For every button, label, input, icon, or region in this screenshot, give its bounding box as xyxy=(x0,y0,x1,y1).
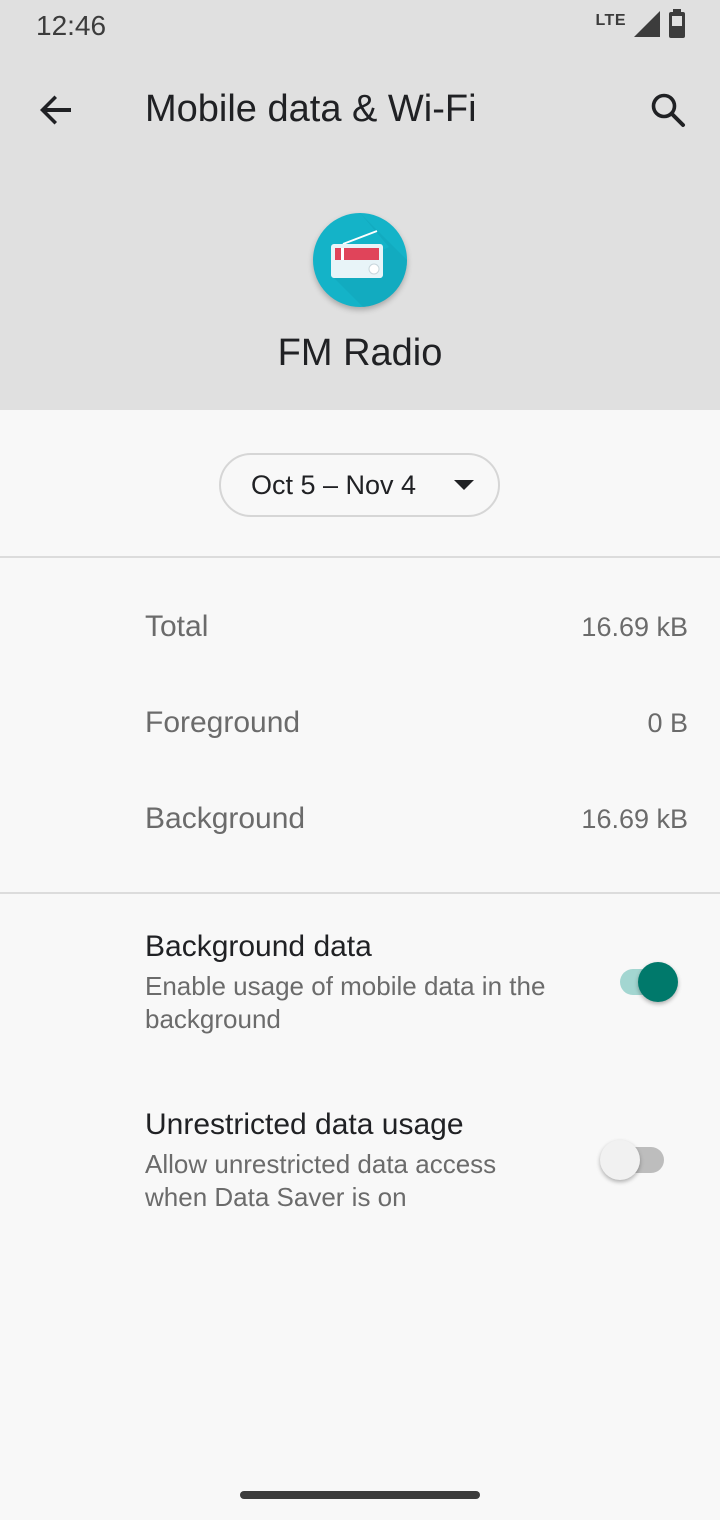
usage-label: Background xyxy=(145,802,306,835)
signal-icon xyxy=(634,10,660,42)
status-time: 12:46 xyxy=(36,10,107,41)
usage-row-background: Background 16.69 kB xyxy=(0,790,720,850)
back-button[interactable] xyxy=(28,84,84,140)
unrestricted-data-setting[interactable]: Unrestricted data usage Allow unrestrict… xyxy=(0,1108,720,1228)
usage-value: 0 B xyxy=(647,708,688,738)
usage-label: Foreground xyxy=(145,706,301,739)
usage-label: Total xyxy=(145,610,209,643)
app-header: Mobile data & Wi-Fi FM Radio xyxy=(0,56,720,410)
background-data-toggle[interactable] xyxy=(612,960,682,1004)
network-type-label: LTE xyxy=(595,12,626,29)
usage-row-foreground: Foreground 0 B xyxy=(0,694,720,754)
page-title: Mobile data & Wi-Fi xyxy=(145,88,477,130)
toggle-thumb xyxy=(600,1140,640,1180)
date-range-label: Oct 5 – Nov 4 xyxy=(251,469,417,500)
usage-row-total: Total 16.69 kB xyxy=(0,598,720,658)
status-bar: 12:46 LTE xyxy=(0,0,720,56)
status-icons: LTE xyxy=(595,8,686,44)
app-name: FM Radio xyxy=(277,332,443,374)
navigation-handle[interactable] xyxy=(240,1491,480,1499)
setting-description: Allow unrestricted data access when Data… xyxy=(145,1149,497,1212)
dropdown-arrow-icon xyxy=(454,480,474,490)
background-data-setting[interactable]: Background data Enable usage of mobile d… xyxy=(0,930,720,1050)
setting-title: Unrestricted data usage xyxy=(145,1108,464,1141)
toggle-thumb xyxy=(638,962,678,1002)
search-button[interactable] xyxy=(636,80,700,144)
usage-value: 16.69 kB xyxy=(581,804,688,834)
back-arrow-icon xyxy=(38,92,74,133)
search-icon xyxy=(650,92,686,133)
usage-value: 16.69 kB xyxy=(581,612,688,642)
unrestricted-data-toggle[interactable] xyxy=(600,1138,670,1182)
battery-icon xyxy=(668,8,686,44)
date-range-dropdown[interactable]: Oct 5 – Nov 4 xyxy=(219,453,500,517)
divider xyxy=(0,892,720,894)
setting-description: Enable usage of mobile data in the backg… xyxy=(145,971,546,1034)
app-icon xyxy=(313,213,407,307)
divider xyxy=(0,556,720,558)
setting-title: Background data xyxy=(145,930,372,963)
radio-icon xyxy=(313,213,407,307)
